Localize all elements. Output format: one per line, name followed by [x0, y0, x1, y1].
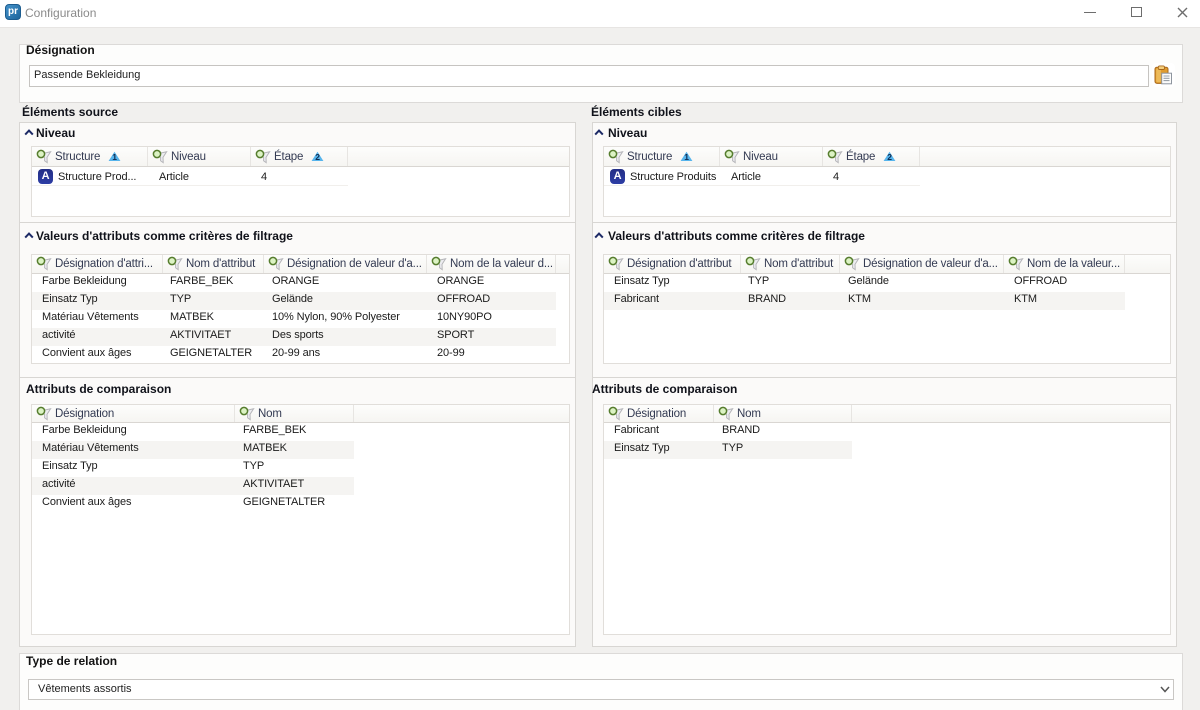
svg-text:1: 1 — [113, 152, 118, 162]
svg-text:1: 1 — [685, 152, 690, 162]
svg-text:2: 2 — [316, 152, 321, 162]
svg-text:2: 2 — [888, 152, 893, 162]
